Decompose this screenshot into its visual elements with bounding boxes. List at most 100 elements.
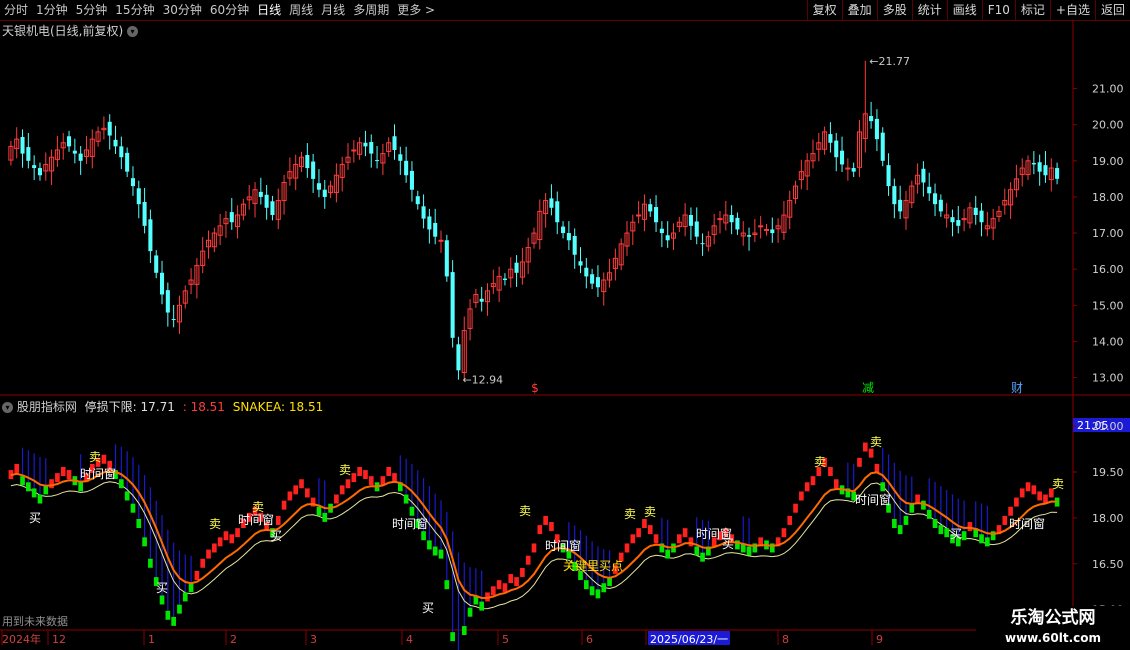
ind-tick-label-3: 16.50	[1092, 558, 1124, 571]
signal-block-99	[583, 580, 589, 590]
signal-block-81	[479, 601, 485, 611]
signal-block-78	[461, 626, 467, 636]
window-label-4: 时间窗	[696, 527, 732, 541]
signal-block-19	[119, 479, 124, 489]
candle-body-124	[729, 215, 734, 223]
collapse-icon[interactable]: ▾	[2, 402, 13, 413]
signal-block-28	[171, 616, 176, 626]
signal-block-138	[810, 476, 816, 486]
signal-block-174	[1019, 488, 1025, 498]
stop-value: 17.71	[140, 400, 175, 414]
window-label-5: 时间窗	[855, 493, 891, 507]
signal-block-110	[647, 525, 653, 535]
signal-block-21	[130, 503, 136, 513]
signal-block-59	[351, 473, 357, 483]
signal-block-173	[1014, 497, 1019, 507]
buy-label-3: 买	[950, 527, 962, 541]
signal-block-76	[450, 632, 455, 642]
signal-block-56	[334, 494, 339, 504]
signal-block-12	[78, 482, 83, 492]
signal-block-1	[14, 463, 20, 473]
ind-tick-label-1: 19.50	[1092, 466, 1124, 479]
signal-block-116	[682, 528, 688, 538]
candle-body-144	[845, 167, 851, 170]
candle-body-3	[26, 147, 31, 161]
dropdown-icon[interactable]: ▾	[127, 26, 139, 37]
signal-block-92	[543, 515, 548, 525]
signal-block-91	[537, 525, 543, 535]
signal-block-153	[897, 525, 903, 535]
signal-block-147	[862, 442, 868, 452]
signal-block-115	[676, 534, 682, 544]
candle-body-157	[921, 168, 926, 183]
signal-block-109	[642, 519, 647, 528]
signal-block-176	[1031, 485, 1037, 495]
candle-body-93	[549, 198, 554, 208]
signal-block-93	[549, 522, 554, 532]
signal-block-34	[206, 549, 211, 559]
event-mark-2: 财	[1011, 381, 1023, 395]
candle-body-19	[119, 146, 124, 158]
signal-block-31	[188, 583, 194, 593]
candle-body-176	[1031, 162, 1036, 165]
candle-body-4	[32, 165, 37, 169]
candle-body-152	[892, 186, 897, 205]
signal-block-75	[444, 580, 450, 590]
candle-body-113	[665, 235, 670, 241]
signal-block-2	[20, 476, 25, 486]
main-tick-label-3: 18.00	[1092, 191, 1124, 204]
main-tick-label-2: 19.00	[1092, 155, 1124, 168]
future-data-note: 用到未来数据	[2, 614, 68, 628]
candle-body-67	[398, 154, 403, 161]
signal-block-26	[159, 595, 165, 605]
signal-block-49	[293, 485, 299, 495]
candle-body-51	[305, 155, 310, 169]
signal-block-175	[1025, 482, 1031, 492]
candle-body-163	[956, 220, 961, 226]
candle-body-178	[1043, 165, 1048, 176]
chart-canvas[interactable]: 21.0521.0020.0019.0018.0017.0016.0015.00…	[0, 0, 1130, 650]
timeline-label-2: 1	[148, 633, 155, 646]
signal-block-167	[979, 534, 984, 544]
timeline-label-7: 6	[586, 633, 593, 646]
candle-body-141	[828, 134, 833, 143]
watermark-name: 乐淘公式网	[1010, 608, 1096, 628]
signal-block-4	[31, 488, 37, 498]
stock-title: 天银机电(日线,前复权) ▾	[2, 22, 139, 39]
signal-block-102	[601, 583, 607, 593]
signal-block-71	[421, 531, 426, 541]
candle-body-62	[369, 142, 374, 154]
candle-body-98	[578, 261, 583, 266]
signal-block-160	[938, 525, 944, 535]
signal-block-108	[636, 528, 641, 538]
signal-block-87	[514, 577, 519, 587]
ind-tick-label-0: 21.00	[1092, 420, 1124, 433]
candle-body-127	[747, 235, 752, 237]
candle-body-59	[351, 149, 357, 152]
sell-label-4: 卖	[519, 504, 531, 518]
main-tick-label-5: 16.00	[1092, 263, 1124, 276]
high-label: ←21.77	[869, 55, 910, 68]
signal-block-16	[101, 454, 107, 464]
signal-block-48	[287, 491, 293, 501]
candle-body-131	[770, 229, 775, 234]
signal-block-8	[55, 473, 60, 483]
candle-body-101	[595, 277, 600, 288]
signal-block-33	[200, 558, 206, 568]
candle-body-26	[159, 272, 165, 295]
signal-block-111	[653, 534, 659, 544]
sell-label-5: 卖	[814, 455, 826, 469]
signal-block-107	[630, 534, 636, 544]
snake-value: 18.51	[288, 400, 324, 414]
indicator-title: ▾ 股朋指标网 停损下限: 17.71 : 18.51 SNAKEA: 18.5…	[2, 398, 323, 415]
signal-block-148	[868, 448, 874, 458]
signal-block-158	[926, 509, 932, 519]
signal-block-106	[624, 543, 630, 553]
event-mark-0: $	[531, 381, 539, 395]
candle-body-2	[20, 136, 25, 154]
sell-label-9: 卖	[644, 505, 656, 519]
candle-body-112	[659, 228, 664, 234]
candle-body-158	[927, 186, 932, 194]
candle-body-63	[375, 160, 380, 162]
signal-block-142	[833, 479, 839, 489]
